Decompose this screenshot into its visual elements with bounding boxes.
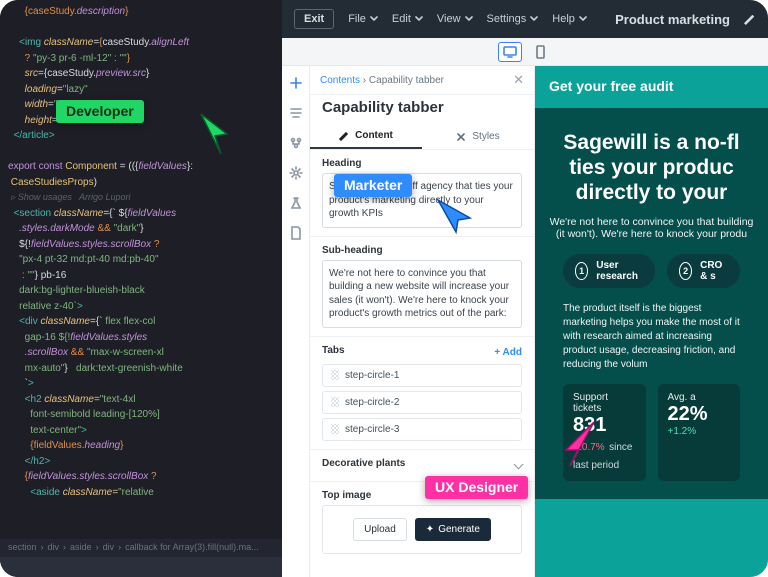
gear-icon[interactable]	[289, 166, 303, 180]
editor-breadcrumb: section›div›aside›div›callback for Array…	[0, 539, 282, 557]
heading-label: Heading	[322, 158, 522, 169]
menu-help[interactable]: Help	[552, 13, 587, 25]
tab-styles[interactable]: Styles	[422, 124, 534, 149]
page-title: Product marketing	[615, 12, 730, 27]
generate-button[interactable]: ✦ Generate	[415, 518, 491, 541]
drag-handle-icon[interactable]	[331, 424, 339, 434]
subheading-input[interactable]: We're not here to convince you that buil…	[322, 260, 522, 328]
device-desktop[interactable]	[498, 42, 522, 62]
chevron-down-icon	[515, 459, 522, 471]
hero-blurb: The product itself is the biggest market…	[549, 302, 754, 384]
menu-file[interactable]: File	[348, 13, 378, 25]
menu-edit[interactable]: Edit	[392, 13, 423, 25]
subheading-label: Sub-heading	[322, 245, 522, 256]
tabs-label: Tabs	[322, 345, 345, 356]
menu-settings[interactable]: Settings	[487, 13, 539, 25]
breadcrumb[interactable]: Contents › Capability tabber	[320, 75, 444, 86]
list-item[interactable]: step-circle-1	[322, 364, 522, 387]
preview-canvas[interactable]: Get your free audit Sagewill is a no-flt…	[535, 66, 768, 577]
panel-title: Capability tabber	[310, 95, 534, 124]
tool-rail	[282, 66, 310, 577]
chevron-down-icon	[370, 15, 378, 23]
tab-pill[interactable]: 1User research	[563, 254, 655, 288]
hero-heading: Sagewill is a no-flties your producdirec…	[549, 130, 754, 206]
hero-kicker: Get your free audit	[549, 78, 754, 94]
drag-handle-icon[interactable]	[331, 397, 339, 407]
code-editor: {caseStudy.description} <img className={…	[0, 0, 282, 577]
list-item[interactable]: step-circle-3	[322, 418, 522, 441]
exit-button[interactable]: Exit	[294, 9, 334, 29]
inspector-panel: Contents › Capability tabber ✕ Capabilit…	[310, 66, 535, 577]
device-selector	[282, 38, 768, 66]
ux-badge: UX Designer	[425, 476, 528, 499]
menu-view[interactable]: View	[437, 13, 473, 25]
device-mobile[interactable]	[528, 42, 552, 62]
drag-handle-icon[interactable]	[331, 370, 339, 380]
hero-sub: We're not here to convince you that buil…	[549, 216, 754, 240]
page-icon[interactable]	[289, 226, 303, 240]
node-icon[interactable]	[289, 136, 303, 150]
menubar: Exit File Edit View Settings Help Produc…	[282, 0, 768, 38]
add-tab-button[interactable]: + Add	[494, 347, 522, 358]
marketer-badge: Marketer	[334, 174, 412, 197]
plus-icon[interactable]	[289, 76, 303, 90]
close-icon[interactable]: ✕	[513, 72, 524, 88]
list-item[interactable]: step-circle-2	[322, 391, 522, 414]
developer-badge: Developer	[56, 100, 144, 123]
upload-button[interactable]: Upload	[353, 518, 407, 541]
layers-icon[interactable]	[289, 106, 303, 120]
tab-pill[interactable]: 2CRO & s	[667, 254, 740, 288]
stat-card: Avg. a 22% +1.2%	[658, 384, 741, 481]
stat-card: Support tickets 831 -20.7% since last pe…	[563, 384, 646, 481]
flask-icon[interactable]	[289, 196, 303, 210]
tab-content[interactable]: Content	[310, 124, 422, 149]
edit-title-icon[interactable]	[744, 13, 756, 25]
